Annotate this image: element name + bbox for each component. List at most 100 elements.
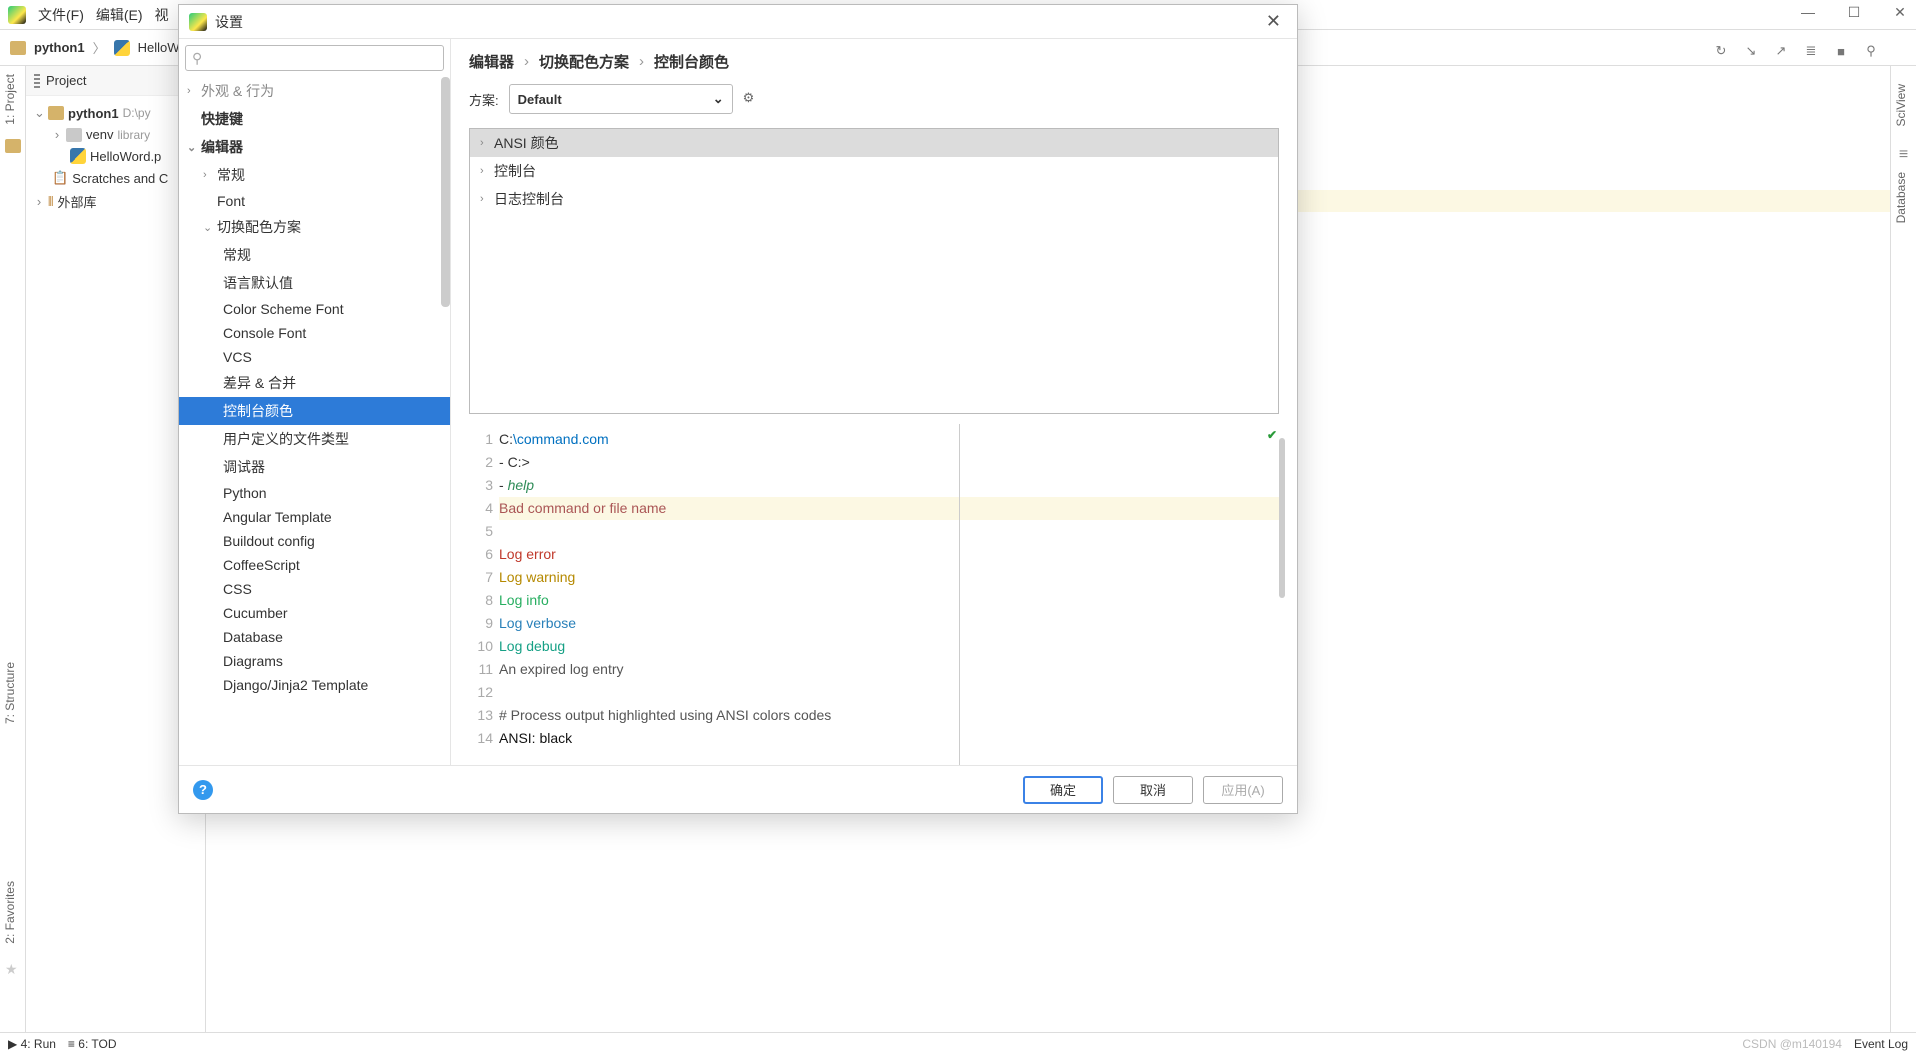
preview-line-3: help (508, 477, 534, 493)
preview-scrollbar[interactable] (1279, 438, 1285, 598)
project-root-node[interactable]: ⌄ python1 D:\py (30, 102, 201, 124)
tree-color-scheme[interactable]: ⌄切换配色方案 (179, 213, 450, 241)
dialog-title: 设置 (215, 12, 243, 32)
tree-appearance-behavior[interactable]: ›外观 & 行为 (179, 77, 450, 105)
pycharm-logo-icon (189, 13, 207, 31)
tree-buildout[interactable]: Buildout config (179, 529, 450, 553)
breadcrumb-file[interactable]: HelloW (138, 40, 180, 55)
preview-line-6: Log error (499, 543, 1279, 566)
tree-diff-merge[interactable]: 差异 & 合并 (179, 369, 450, 397)
toolbar-icon-2[interactable]: ↗ (1772, 42, 1790, 60)
menu-edit[interactable]: 编辑(E) (96, 5, 143, 25)
tree-python[interactable]: Python (179, 481, 450, 505)
cancel-button[interactable]: 取消 (1113, 776, 1193, 804)
folder-icon (48, 106, 64, 120)
check-icon: ✔ (1267, 428, 1277, 442)
project-root-path: D:\py (123, 106, 151, 120)
chevron-right-icon: › (639, 53, 644, 70)
help-icon[interactable]: ? (193, 780, 213, 800)
folder-icon (66, 128, 82, 142)
window-minimize-icon[interactable]: — (1800, 4, 1816, 20)
status-run-tab[interactable]: ▶ 4: Run (8, 1037, 56, 1051)
preview-code: C:\command.com - C:> - help Bad command … (499, 424, 1279, 765)
scratches-label: Scratches and C (72, 171, 168, 186)
group-console[interactable]: ›控制台 (470, 157, 1278, 185)
toolwindow-database-tab[interactable]: Database (1891, 164, 1911, 231)
tree-coffee[interactable]: CoffeeScript (179, 553, 450, 577)
toolbar-icon-3[interactable]: ≣ (1802, 42, 1820, 60)
crumb-console-colors: 控制台颜色 (654, 51, 729, 72)
toolwindow-structure-tab[interactable]: 7: Structure (0, 654, 20, 732)
tree-general[interactable]: ›常规 (179, 161, 450, 189)
settings-search-input[interactable]: ⚲ (185, 45, 444, 71)
toolwindow-favorites-tab[interactable]: 2: Favorites (0, 873, 20, 952)
toolbar-icon-0[interactable]: ↻ (1712, 42, 1730, 60)
tree-console-colors[interactable]: 控制台颜色 (179, 397, 450, 425)
tree-database[interactable]: Database (179, 625, 450, 649)
project-venv-label: venv (86, 127, 113, 142)
status-todo-tab[interactable]: ≡ 6: TOD (68, 1037, 117, 1051)
tree-scheme-general[interactable]: 常规 (179, 241, 450, 269)
project-venv-note: library (117, 128, 150, 142)
star-icon (5, 961, 18, 978)
python-file-icon (114, 40, 130, 56)
color-preview: 1234567891011121314 C:\command.com - C:>… (469, 424, 1279, 765)
tree-user-filetypes[interactable]: 用户定义的文件类型 (179, 425, 450, 453)
tree-css[interactable]: CSS (179, 577, 450, 601)
menu-view[interactable]: 视 (155, 5, 169, 25)
tree-cucumber[interactable]: Cucumber (179, 601, 450, 625)
project-venv-node[interactable]: › venv library (30, 124, 201, 145)
preview-line-5 (499, 520, 1279, 543)
toolwindow-project-tab[interactable]: 1: Project (0, 66, 25, 133)
search-icon: ⚲ (192, 50, 202, 67)
window-maximize-icon[interactable]: ☐ (1846, 4, 1862, 20)
run-toolbar: ↻ ↘ ↗ ≣ ■ ⚲ (1712, 42, 1880, 60)
crumb-color-scheme[interactable]: 切换配色方案 (539, 51, 629, 72)
project-file-node[interactable]: HelloWord.p (30, 145, 201, 167)
settings-search-field[interactable] (206, 51, 437, 66)
scratches-node[interactable]: 📋 Scratches and C (30, 167, 201, 189)
project-root-label: python1 (68, 106, 119, 121)
chevron-right-icon: › (52, 127, 62, 142)
settings-dialog: 设置 ✕ ⚲ ›外观 & 行为 快捷键 ⌄编辑器 ›常规 Font ⌄切换配色方… (178, 4, 1298, 814)
tree-font[interactable]: Font (179, 189, 450, 213)
external-libs-label: 外部库 (57, 192, 96, 211)
tree-debugger[interactable]: 调试器 (179, 453, 450, 481)
tree-console-font[interactable]: Console Font (179, 321, 450, 345)
tree-django[interactable]: Django/Jinja2 Template (179, 673, 450, 697)
preview-line-9: Log verbose (499, 612, 1279, 635)
color-group-list: ›ANSI 颜色 ›控制台 ›日志控制台 (469, 128, 1279, 414)
tree-diagrams[interactable]: Diagrams (179, 649, 450, 673)
window-close-icon[interactable]: ✕ (1892, 4, 1908, 20)
chevron-right-icon: › (34, 194, 44, 209)
settings-breadcrumb: 编辑器 › 切换配色方案 › 控制台颜色 (469, 47, 1279, 84)
ok-button[interactable]: 确定 (1023, 776, 1103, 804)
dialog-close-button[interactable]: ✕ (1260, 11, 1287, 32)
folder-icon (10, 41, 26, 55)
tree-vcs[interactable]: VCS (179, 345, 450, 369)
tree-editor[interactable]: ⌄编辑器 (179, 133, 450, 161)
group-ansi[interactable]: ›ANSI 颜色 (470, 129, 1278, 157)
tree-shortcuts[interactable]: 快捷键 (179, 105, 450, 133)
breadcrumb-root[interactable]: python1 (34, 40, 85, 55)
toolbar-stop-icon[interactable]: ■ (1832, 42, 1850, 60)
apply-button[interactable]: 应用(A) (1203, 776, 1283, 804)
toolbar-icon-1[interactable]: ↘ (1742, 42, 1760, 60)
scheme-select[interactable]: Default ⌄ (509, 84, 733, 114)
preview-line-2: C:> (508, 454, 530, 470)
crumb-editor[interactable]: 编辑器 (469, 51, 514, 72)
preview-line-14: ANSI: black (499, 727, 1279, 750)
status-eventlog-tab[interactable]: Event Log (1854, 1037, 1908, 1051)
toolwindow-sciview-tab[interactable]: SciView (1891, 76, 1911, 134)
gear-icon[interactable]: ⚙ (743, 90, 761, 108)
tree-lang-defaults[interactable]: 语言默认值 (179, 269, 450, 297)
toolbar-search-icon[interactable]: ⚲ (1862, 42, 1880, 60)
tree-angular[interactable]: Angular Template (179, 505, 450, 529)
external-libs-node[interactable]: › ⫴ 外部库 (30, 189, 201, 214)
tree-color-scheme-font[interactable]: Color Scheme Font (179, 297, 450, 321)
chevron-down-icon: ⌄ (713, 91, 724, 107)
menu-file[interactable]: 文件(F) (38, 5, 84, 25)
tree-scrollbar[interactable] (441, 77, 450, 307)
database-icon (1891, 146, 1916, 164)
group-log-console[interactable]: ›日志控制台 (470, 185, 1278, 213)
